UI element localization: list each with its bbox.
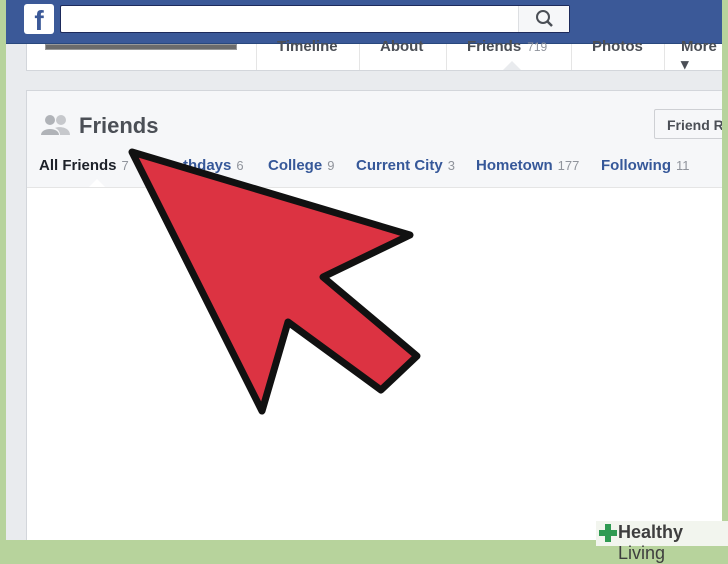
tab-all-friends[interactable]: All Friends 7 <box>39 157 129 174</box>
tab-about[interactable]: About <box>359 38 446 70</box>
tab-timeline[interactable]: Timeline <box>256 38 359 70</box>
active-tab-caret <box>89 179 105 187</box>
tab-friends[interactable]: Friends 719 <box>446 38 571 70</box>
tab-birthdays[interactable]: thdays 6 <box>183 157 244 174</box>
tab-hometown-count: 177 <box>557 158 580 173</box>
watermark-regular: Living <box>618 543 666 563</box>
tab-college-count: 9 <box>327 158 335 173</box>
tab-more-label: More <box>681 38 717 55</box>
tab-birthdays-label: thdays <box>183 157 232 174</box>
tab-friends-text: Friends 719 <box>467 38 547 55</box>
tab-photos-label: Photos <box>592 38 643 55</box>
tab-hometown[interactable]: Hometown 177 <box>476 157 579 174</box>
healthy-living-watermark: Healthy Living <box>596 521 728 563</box>
facebook-logo[interactable]: f <box>24 4 54 34</box>
tab-current-city-label: Current City <box>356 157 443 174</box>
tab-following[interactable]: Following 11 <box>601 157 689 174</box>
tab-about-label: About <box>380 38 424 55</box>
search-input[interactable] <box>60 5 570 33</box>
cover-photo-thumbnail[interactable] <box>45 44 237 50</box>
tab-birthdays-count: 6 <box>236 158 244 173</box>
tab-current-city-count: 3 <box>447 158 455 173</box>
friend-requests-button[interactable]: Friend R <box>654 109 722 139</box>
search-icon <box>536 10 553 27</box>
chevron-down-icon: ▾ <box>681 56 689 73</box>
friends-count: 719 <box>527 40 548 54</box>
tab-hometown-label: Hometown <box>476 157 553 174</box>
tab-following-count: 11 <box>675 158 690 173</box>
tab-college-label: College <box>268 157 323 174</box>
watermark-bold: Healthy <box>618 522 684 542</box>
watermark-text: Healthy Living <box>618 522 728 564</box>
tab-following-label: Following <box>601 157 671 174</box>
profile-nav: Timeline About Friends 719 Photos More ▾ <box>26 38 722 73</box>
tab-all-friends-count: 7 <box>121 158 129 173</box>
tab-photos[interactable]: Photos <box>571 38 664 70</box>
tab-college[interactable]: College 9 <box>268 157 334 174</box>
friends-panel-header: Friends Friend R All Friends 7 thdays 6 Co… <box>27 91 722 188</box>
tab-friends-label: Friends <box>467 38 522 55</box>
friends-panel: Friends Friend R All Friends 7 thdays 6 Co… <box>26 90 722 540</box>
search-button[interactable] <box>518 6 569 32</box>
friends-icon <box>41 115 70 135</box>
friends-list-area <box>27 188 722 540</box>
friends-title: Friends <box>79 113 159 138</box>
browser-frame: f Timeline About Friends 719 Photos More … <box>6 0 722 540</box>
tab-more[interactable]: More ▾ <box>664 38 722 73</box>
tab-all-friends-label: All Friends <box>39 157 117 174</box>
plus-cross-icon <box>599 524 617 542</box>
tab-current-city[interactable]: Current City 3 <box>356 157 455 174</box>
tab-timeline-label: Timeline <box>277 38 338 55</box>
tab-more-text: More ▾ <box>681 38 722 73</box>
active-tab-caret <box>503 61 521 70</box>
